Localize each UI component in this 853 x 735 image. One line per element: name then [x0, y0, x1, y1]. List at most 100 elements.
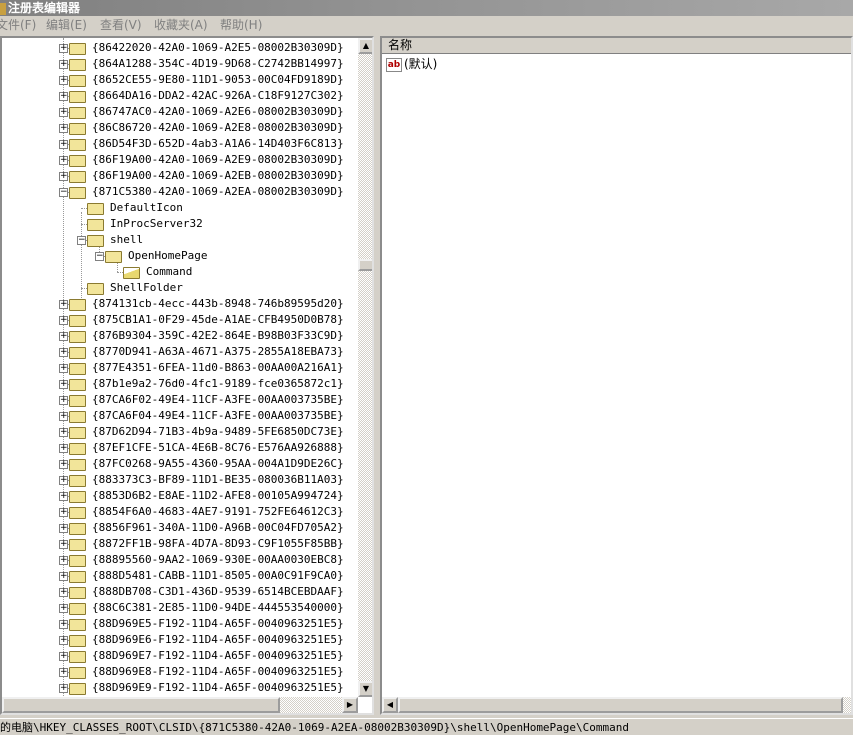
tree-node[interactable]: + {88D969E8-F192-11D4-A65F-0040963251E5} [2, 664, 358, 680]
tree-node[interactable]: + {8853D6B2-E8AE-11D2-AFE8-00105A994724} [2, 488, 358, 504]
values-horizontal-scrollbar[interactable]: ◀ [382, 697, 851, 713]
tree-node[interactable]: + {88D969E7-F192-11D4-A65F-0040963251E5} [2, 648, 358, 664]
scroll-down-button[interactable]: ▼ [358, 681, 372, 697]
scroll-up-button[interactable]: ▲ [358, 38, 372, 54]
value-row[interactable]: ab (默认) [386, 56, 437, 72]
expand-icon[interactable]: + [59, 412, 68, 421]
tree-node[interactable]: + {88895560-9AA2-1069-930E-00AA0030EBC8} [2, 552, 358, 568]
expand-icon[interactable]: + [59, 124, 68, 133]
expand-icon[interactable]: + [59, 492, 68, 501]
tree-node[interactable]: + {87FC0268-9A55-4360-95AA-004A1D9DE26C} [2, 456, 358, 472]
tree-node[interactable]: DefaultIcon [2, 200, 358, 216]
expand-icon[interactable]: + [59, 620, 68, 629]
menu-favorites[interactable]: 收藏夹(A) [154, 16, 208, 34]
tree-node[interactable]: + {87CA6F02-49E4-11CF-A3FE-00AA003735BE} [2, 392, 358, 408]
menu-edit[interactable]: 编辑(E) [46, 16, 87, 34]
scroll-thumb[interactable] [358, 259, 372, 271]
tree-node[interactable]: + {86F19A00-42A0-1069-A2EB-08002B30309D} [2, 168, 358, 184]
expand-icon[interactable]: + [59, 44, 68, 53]
expand-icon[interactable]: + [59, 652, 68, 661]
tree-node[interactable]: − shell [2, 232, 358, 248]
tree-node[interactable]: ShellFolder [2, 280, 358, 296]
tree-node[interactable]: InProcServer32 [2, 216, 358, 232]
tree-node[interactable]: + {8664DA16-DDA2-42AC-926A-C18F9127C302} [2, 88, 358, 104]
tree-node[interactable]: + {877E4351-6FEA-11d0-B863-00AA00A216A1} [2, 360, 358, 376]
tree-node[interactable]: + {88D969E9-F192-11D4-A65F-0040963251E5} [2, 680, 358, 696]
expand-icon[interactable]: + [59, 428, 68, 437]
tree-node[interactable]: + {86747AC0-42A0-1069-A2E6-08002B30309D} [2, 104, 358, 120]
tree-node-label: {87EF1CFE-51CA-4E6B-8C76-E576AA926888} [92, 441, 344, 454]
expand-icon[interactable]: + [59, 140, 68, 149]
tree-node-label: {88D969E8-F192-11D4-A65F-0040963251E5} [92, 665, 344, 678]
tree-horizontal-scrollbar[interactable]: ▶ [2, 697, 358, 713]
tree-node[interactable]: + {86422020-42A0-1069-A2E5-08002B30309D} [2, 40, 358, 56]
tree-node[interactable]: + {87D62D94-71B3-4b9a-9489-5FE6850DC73E} [2, 424, 358, 440]
tree-node-label: {86F19A00-42A0-1069-A2EB-08002B30309D} [92, 169, 344, 182]
tree-node[interactable]: + {883373C3-BF89-11D1-BE35-080036B11A03} [2, 472, 358, 488]
expand-icon[interactable]: + [59, 684, 68, 693]
collapse-icon[interactable]: − [59, 188, 68, 197]
tree-node[interactable]: + {86D54F3D-652D-4ab3-A1A6-14D403F6C813} [2, 136, 358, 152]
scroll-right-button[interactable]: ▶ [342, 697, 358, 713]
tree-node[interactable]: + {8770D941-A63A-4671-A375-2855A18EBA73} [2, 344, 358, 360]
expand-icon[interactable]: + [59, 76, 68, 85]
tree-node[interactable]: − {871C5380-42A0-1069-A2EA-08002B30309D} [2, 184, 358, 200]
scroll-thumb[interactable] [2, 697, 280, 713]
column-header-name[interactable]: 名称 [382, 38, 851, 54]
expand-icon[interactable]: + [59, 668, 68, 677]
expand-icon[interactable]: + [59, 60, 68, 69]
expand-icon[interactable]: + [59, 444, 68, 453]
expand-icon[interactable]: + [59, 108, 68, 117]
tree-node[interactable]: + {864A1288-354C-4D19-9D68-C2742BB14997} [2, 56, 358, 72]
menu-help[interactable]: 帮助(H) [220, 16, 262, 34]
tree-node[interactable]: + {88C6C381-2E85-11D0-94DE-444553540000} [2, 600, 358, 616]
collapse-icon[interactable]: − [77, 236, 86, 245]
menu-view[interactable]: 查看(V) [100, 16, 142, 34]
expand-icon[interactable]: + [59, 636, 68, 645]
expand-icon[interactable]: + [59, 316, 68, 325]
tree-node[interactable]: + {88D969E5-F192-11D4-A65F-0040963251E5} [2, 616, 358, 632]
expand-icon[interactable]: + [59, 460, 68, 469]
expand-icon[interactable]: + [59, 524, 68, 533]
tree-node[interactable]: Command [2, 264, 358, 280]
expand-icon[interactable]: + [59, 556, 68, 565]
expand-icon[interactable]: + [59, 396, 68, 405]
tree-node[interactable]: + {87b1e9a2-76d0-4fc1-9189-fce0365872c1} [2, 376, 358, 392]
scroll-left-button[interactable]: ◀ [382, 697, 398, 713]
tree-node[interactable]: + {8652CE55-9E80-11D1-9053-00C04FD9189D} [2, 72, 358, 88]
expand-icon[interactable]: + [59, 172, 68, 181]
expand-icon[interactable]: + [59, 508, 68, 517]
expand-icon[interactable]: + [59, 572, 68, 581]
tree-node[interactable]: + {87EF1CFE-51CA-4E6B-8C76-E576AA926888} [2, 440, 358, 456]
menu-file[interactable]: 文件(F) [0, 16, 36, 34]
expand-icon[interactable]: + [59, 332, 68, 341]
expand-icon[interactable]: + [59, 156, 68, 165]
collapse-icon[interactable]: − [95, 252, 104, 261]
folder-icon [69, 427, 86, 439]
tree-vertical-scrollbar[interactable]: ▲ ▼ [358, 38, 372, 697]
tree-node[interactable]: + {8856F961-340A-11D0-A96B-00C04FD705A2} [2, 520, 358, 536]
tree-node[interactable]: + {86F19A00-42A0-1069-A2E9-08002B30309D} [2, 152, 358, 168]
scroll-thumb[interactable] [398, 697, 843, 713]
tree-node-label: {87b1e9a2-76d0-4fc1-9189-fce0365872c1} [92, 377, 344, 390]
tree-node[interactable]: + {876B9304-359C-42E2-864E-B98B03F33C9D} [2, 328, 358, 344]
expand-icon[interactable]: + [59, 380, 68, 389]
expand-icon[interactable]: + [59, 92, 68, 101]
expand-icon[interactable]: + [59, 540, 68, 549]
tree-node[interactable]: + {8872FF1B-98FA-4D7A-8D93-C9F1055F85BB} [2, 536, 358, 552]
expand-icon[interactable]: + [59, 604, 68, 613]
tree-node[interactable]: + {888DB708-C3D1-436D-9539-6514BCEBDAAF} [2, 584, 358, 600]
expand-icon[interactable]: + [59, 588, 68, 597]
tree-node[interactable]: + {88D969E6-F192-11D4-A65F-0040963251E5} [2, 632, 358, 648]
expand-icon[interactable]: + [59, 364, 68, 373]
expand-icon[interactable]: + [59, 300, 68, 309]
expand-icon[interactable]: + [59, 348, 68, 357]
tree-node[interactable]: + {8854F6A0-4683-4AE7-9191-752FE64612C3} [2, 504, 358, 520]
tree-node[interactable]: + {87CA6F04-49E4-11CF-A3FE-00AA003735BE} [2, 408, 358, 424]
tree-node[interactable]: + {875CB1A1-0F29-45de-A1AE-CFB4950D0B78} [2, 312, 358, 328]
tree-node[interactable]: + {86C86720-42A0-1069-A2E8-08002B30309D} [2, 120, 358, 136]
tree-node[interactable]: + {874131cb-4ecc-443b-8948-746b89595d20} [2, 296, 358, 312]
tree-node[interactable]: + {888D5481-CABB-11D1-8505-00A0C91F9CA0} [2, 568, 358, 584]
expand-icon[interactable]: + [59, 476, 68, 485]
tree-node[interactable]: − OpenHomePage [2, 248, 358, 264]
